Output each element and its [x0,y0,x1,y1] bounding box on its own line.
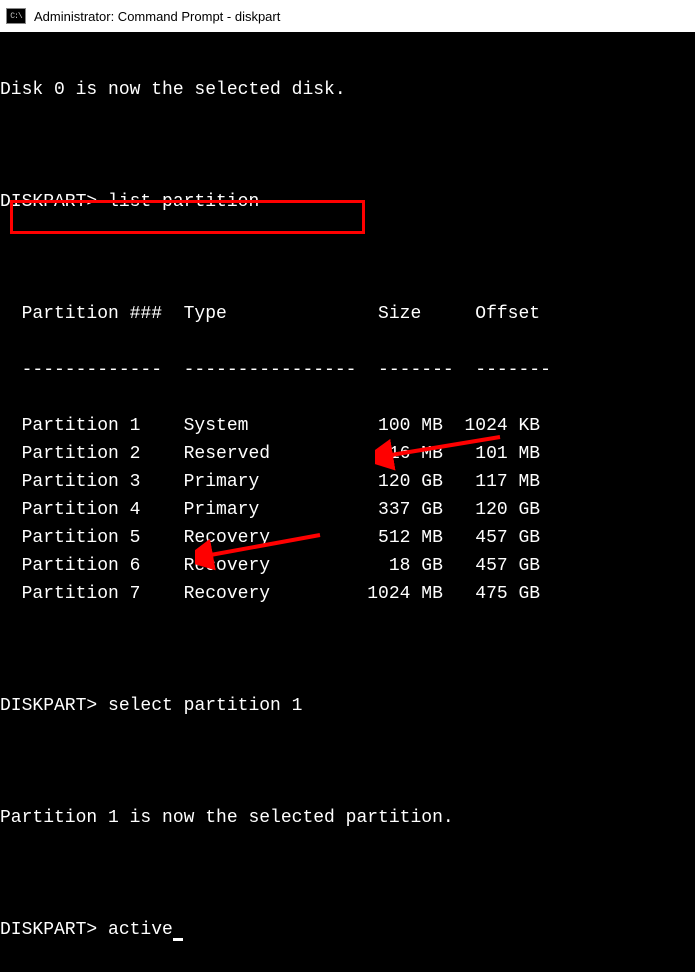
terminal-output[interactable]: Disk 0 is now the selected disk. DISKPAR… [0,32,695,972]
table-row: Partition 7 Recovery 1024 MB 475 GB [0,580,695,608]
prompt-line: DISKPART> select partition 1 [0,692,695,720]
table-row: Partition 2 Reserved 16 MB 101 MB [0,440,695,468]
prompt-line: DISKPART> list partition [0,188,695,216]
table-divider: ------------- ---------------- ------- -… [0,356,695,384]
output-line: Partition 1 is now the selected partitio… [0,804,695,832]
table-row: Partition 5 Recovery 512 MB 457 GB [0,524,695,552]
prompt: DISKPART> [0,696,108,716]
table-row: Partition 6 Recovery 18 GB 457 GB [0,552,695,580]
blank-line [0,748,695,776]
table-row: Partition 4 Primary 337 GB 120 GB [0,496,695,524]
text-cursor [173,938,183,941]
prompt-line: DISKPART> active [0,916,695,944]
output-line: Disk 0 is now the selected disk. [0,76,695,104]
command-text: active [108,920,173,940]
table-row: Partition 3 Primary 120 GB 117 MB [0,468,695,496]
window-title: Administrator: Command Prompt - diskpart [34,9,280,24]
blank-line [0,132,695,160]
prompt: DISKPART> [0,920,108,940]
blank-line [0,244,695,272]
prompt: DISKPART> [0,192,108,212]
cmd-icon: C:\ [6,8,26,24]
table-header: Partition ### Type Size Offset [0,300,695,328]
window-titlebar[interactable]: C:\ Administrator: Command Prompt - disk… [0,0,695,32]
command-text: list partition [108,192,259,212]
blank-line [0,636,695,664]
command-text: select partition 1 [108,696,302,716]
table-row: Partition 1 System 100 MB 1024 KB [0,412,695,440]
blank-line [0,860,695,888]
